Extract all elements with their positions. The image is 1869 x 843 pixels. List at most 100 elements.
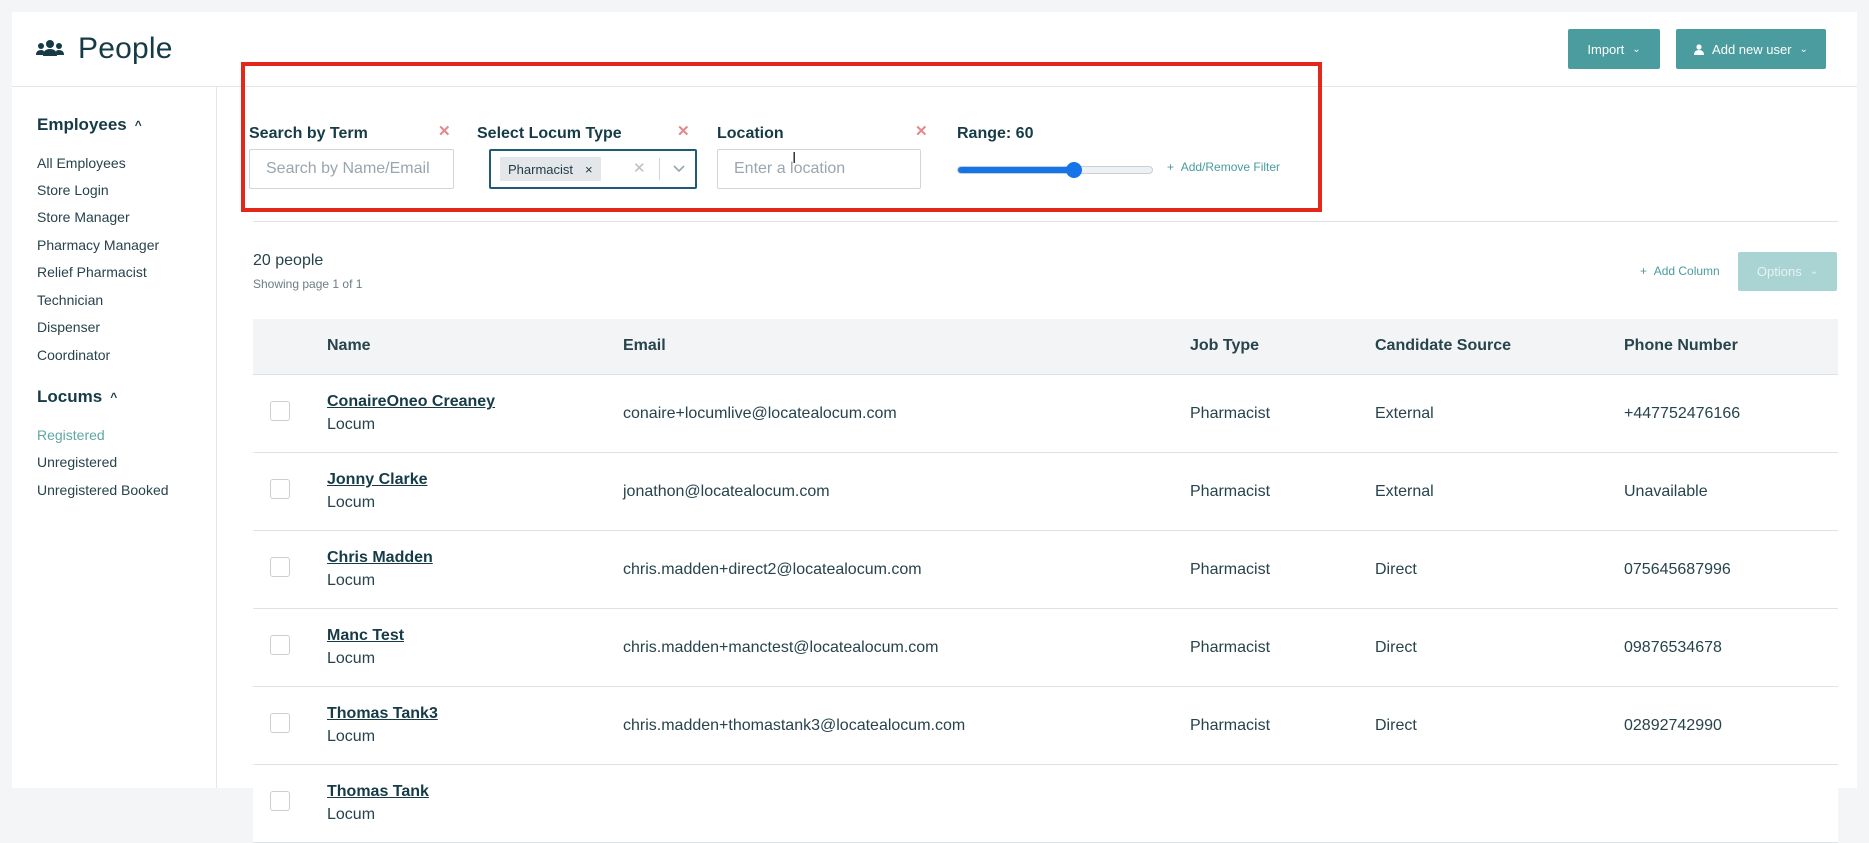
chip-label: Pharmacist [508,161,574,177]
table-row: Manc Test Locum chris.madden+manctest@lo… [253,609,1838,687]
row-job-type: Pharmacist [1190,717,1271,734]
row-name-link[interactable]: ConaireOneo Creaney [327,393,495,411]
row-name-link[interactable]: Manc Test [327,627,404,645]
row-type: Locum [327,494,376,511]
plus-icon: + [1167,160,1181,174]
sidebar-locums-heading[interactable]: Locums ^ [37,387,117,407]
sidebar-item-coordinator[interactable]: Coordinator [37,347,110,363]
sidebar-item-unregistered[interactable]: Unregistered [37,454,117,470]
import-label: Import [1587,41,1625,57]
table-row: Jonny Clarke Locum jonathon@locatealocum… [253,453,1838,531]
close-icon[interactable]: ✕ [915,122,928,140]
people-table: Name Email Job Type Candidate Source Pho… [253,319,1838,843]
row-name-link[interactable]: Thomas Tank3 [327,705,438,723]
search-input[interactable]: Search by Name/Email [249,149,454,189]
chevron-down-icon: ⌄ [1799,43,1808,55]
row-candidate-source: Direct [1375,639,1417,656]
add-column-label: Add Column [1653,264,1720,278]
row-name-link[interactable]: Chris Madden [327,549,433,567]
sidebar-item-all-employees[interactable]: All Employees [37,155,126,171]
sidebar: Employees ^ All Employees Store Login St… [12,87,217,788]
text-cursor-icon: I [792,150,797,167]
page-title-text: People [78,32,173,65]
chevron-down-icon[interactable] [671,160,687,176]
column-header-email[interactable]: Email [623,337,666,355]
table-header: Name Email Job Type Candidate Source Pho… [253,319,1838,375]
add-new-user-button[interactable]: Add new user ⌄ [1676,29,1826,69]
sidebar-employees-heading[interactable]: Employees ^ [37,115,142,135]
row-job-type: Pharmacist [1190,561,1271,578]
row-phone: +447752476166 [1624,405,1741,422]
locums-heading-label: Locums [37,387,103,406]
range-label: Range: 60 [957,125,1034,142]
row-email: chris.madden+manctest@locatealocum.com [623,639,939,656]
sidebar-item-store-login[interactable]: Store Login [37,182,109,198]
row-checkbox[interactable] [270,713,290,733]
column-header-name[interactable]: Name [327,337,371,355]
chevron-up-icon: ^ [110,390,118,404]
row-type: Locum [327,416,376,433]
sidebar-item-pharmacy-manager[interactable]: Pharmacy Manager [37,237,159,253]
plus-icon: + [1640,264,1654,278]
locum-type-select[interactable]: Pharmacist × ✕ [489,149,697,189]
people-count: 20 people [253,252,324,269]
row-checkbox[interactable] [270,479,290,499]
row-email: chris.madden+direct2@locatealocum.com [623,561,922,578]
import-button[interactable]: Import ⌄ [1568,29,1660,69]
search-term-label: Search by Term [249,125,368,142]
row-email: conaire+locumlive@locatealocum.com [623,405,897,422]
row-candidate-source: Direct [1375,717,1417,734]
row-job-type: Pharmacist [1190,483,1271,500]
location-input[interactable]: Enter a location [717,149,921,189]
row-type: Locum [327,728,376,745]
column-header-job-type[interactable]: Job Type [1190,337,1259,355]
user-icon [1694,43,1705,55]
row-phone: 02892742990 [1624,717,1722,734]
row-checkbox[interactable] [270,635,290,655]
row-checkbox[interactable] [270,557,290,577]
table-row: Chris Madden Locum chris.madden+direct2@… [253,531,1838,609]
sidebar-item-dispenser[interactable]: Dispenser [37,319,100,335]
table-row: Thomas Tank Locum [253,765,1838,843]
column-header-phone-number[interactable]: Phone Number [1624,337,1738,355]
sidebar-item-technician[interactable]: Technician [37,292,103,308]
clear-icon[interactable]: ✕ [633,159,646,177]
people-icon [36,40,64,56]
options-button[interactable]: Options ⌄ [1738,252,1837,291]
sidebar-item-relief-pharmacist[interactable]: Relief Pharmacist [37,264,147,280]
column-header-candidate-source[interactable]: Candidate Source [1375,337,1511,355]
table-row: Thomas Tank3 Locum chris.madden+thomasta… [253,687,1838,765]
row-phone: 075645687996 [1624,561,1731,578]
row-phone: 09876534678 [1624,639,1722,656]
employees-heading-label: Employees [37,115,127,134]
app-window: People Import ⌄ Add new user ⌄ Employees… [12,12,1857,843]
sidebar-item-store-manager[interactable]: Store Manager [37,209,130,225]
range-slider[interactable] [957,162,1153,178]
add-new-user-label: Add new user [1712,41,1792,57]
sidebar-item-unregistered-booked[interactable]: Unregistered Booked [37,482,169,498]
sidebar-item-registered[interactable]: Registered [37,427,105,443]
row-type: Locum [327,650,376,667]
chip-remove-icon[interactable]: × [585,162,593,177]
row-candidate-source: Direct [1375,561,1417,578]
row-email: chris.madden+thomastank3@locatealocum.co… [623,717,966,734]
page-info: Showing page 1 of 1 [253,277,363,291]
row-checkbox[interactable] [270,401,290,421]
close-icon[interactable]: ✕ [438,122,451,140]
add-remove-filter-link[interactable]: + Add/Remove Filter [1167,160,1280,174]
add-remove-filter-label: Add/Remove Filter [1180,160,1281,174]
row-checkbox[interactable] [270,791,290,811]
close-icon[interactable]: ✕ [677,122,690,140]
row-type: Locum [327,806,376,823]
locum-type-chip: Pharmacist × [500,157,601,181]
chevron-down-icon: ⌄ [1632,43,1641,55]
row-name-link[interactable]: Thomas Tank [327,783,429,801]
row-name-link[interactable]: Jonny Clarke [327,471,427,489]
divider [253,221,1838,222]
row-job-type: Pharmacist [1190,405,1271,422]
chevron-up-icon: ^ [134,118,142,132]
select-separator [659,158,660,180]
row-candidate-source: External [1375,405,1434,422]
row-phone: Unavailable [1624,483,1708,500]
add-column-link[interactable]: + Add Column [1640,264,1720,278]
